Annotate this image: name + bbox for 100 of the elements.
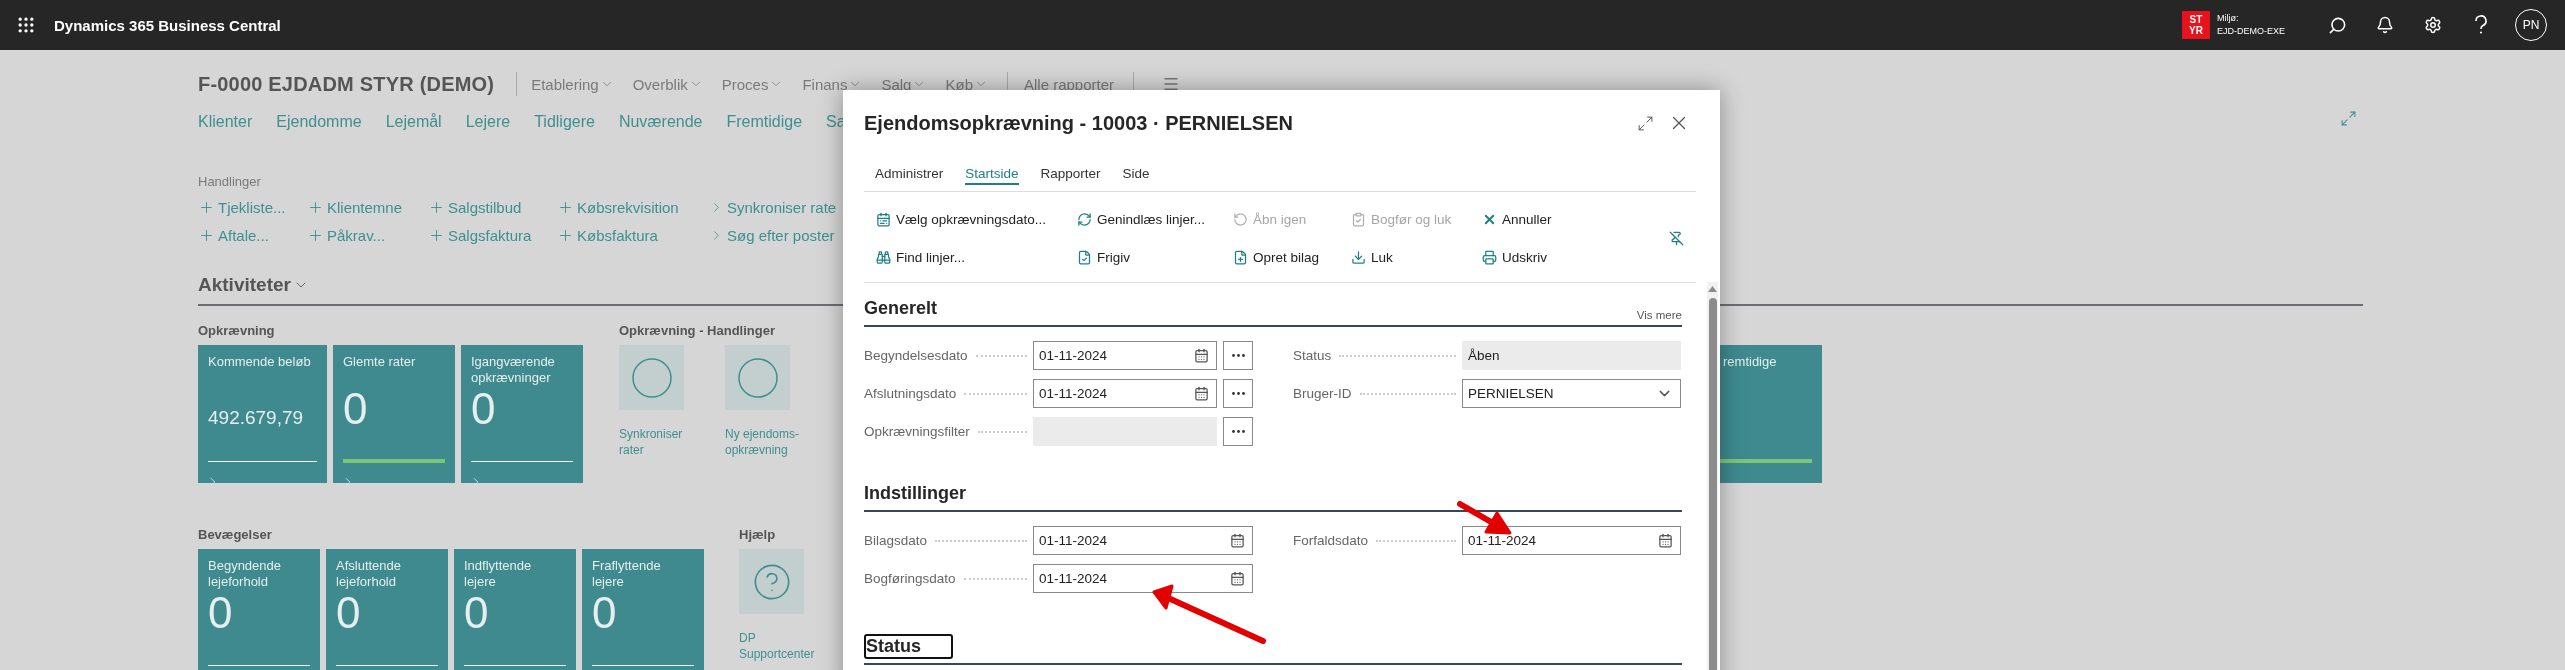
- action-tile[interactable]: [725, 345, 790, 410]
- tab[interactable]: Rapporter: [1040, 162, 1101, 185]
- calendar-icon[interactable]: [1658, 533, 1673, 548]
- action-button[interactable]: Find linjer...: [876, 238, 1077, 276]
- scrollbar[interactable]: [1707, 282, 1718, 670]
- group-title: Opkrævning: [198, 322, 276, 339]
- input-field[interactable]: 01-11-2024: [1033, 379, 1217, 408]
- input-field[interactable]: 01-11-2024: [1033, 564, 1253, 593]
- section-heading[interactable]: Status: [864, 634, 953, 659]
- scroll-up-icon[interactable]: [1708, 286, 1717, 292]
- lookup-button[interactable]: [1223, 379, 1253, 408]
- help-icon[interactable]: [2474, 15, 2488, 35]
- printer-icon: [1482, 249, 1497, 265]
- calendar-icon[interactable]: [1230, 571, 1245, 586]
- action-tile-label[interactable]: DP Supportcenter: [739, 630, 819, 662]
- cue-tile[interactable]: remtidige: [1720, 345, 1822, 483]
- app-title: Dynamics 365 Business Central: [54, 16, 281, 34]
- action-link[interactable]: Aftale...: [198, 221, 307, 249]
- lookup-button[interactable]: [1223, 417, 1253, 446]
- circle-icon: [737, 357, 778, 398]
- dialog-title: Ejendomsopkrævning - 10003 · PERNIELSEN: [864, 111, 1293, 135]
- action-button[interactable]: Annuller: [1482, 200, 1632, 238]
- section-heading[interactable]: Indstillinger: [862, 481, 968, 506]
- show-more-link[interactable]: Vis mere: [1636, 309, 1682, 321]
- action-link[interactable]: Købsrekvisition: [557, 193, 709, 221]
- calendar-icon[interactable]: [1194, 348, 1209, 363]
- tab[interactable]: Startside: [965, 162, 1019, 185]
- action-tile[interactable]: [739, 549, 804, 614]
- expand-icon[interactable]: [1637, 114, 1654, 132]
- tab[interactable]: Administrer: [875, 162, 944, 185]
- nav-link[interactable]: Tidligere: [534, 113, 595, 131]
- binoculars-icon: [876, 249, 891, 265]
- download-icon: [1351, 249, 1366, 265]
- action-tile-label[interactable]: Synkroniser rater: [619, 426, 699, 458]
- menu-item[interactable]: Finans: [802, 75, 863, 93]
- menu-item[interactable]: Køb: [945, 75, 988, 93]
- section-heading[interactable]: Generelt: [862, 296, 940, 321]
- cue-tile[interactable]: Glemte rater 0: [333, 345, 455, 483]
- action-button[interactable]: Vælg opkrævningsdato...: [876, 200, 1077, 238]
- cue-tile[interactable]: Indflyttende lejere 0: [454, 549, 576, 670]
- action-tile[interactable]: [619, 345, 684, 410]
- tab[interactable]: Side: [1122, 162, 1150, 185]
- nav-link[interactable]: Lejemål: [385, 113, 442, 131]
- action-link[interactable]: Salgsfaktura: [428, 221, 557, 249]
- section-label: Handlinger: [198, 174, 261, 189]
- refresh-icon: [1077, 211, 1092, 227]
- environment-badge: ST YR: [2182, 11, 2210, 39]
- input-field[interactable]: 01-11-2024: [1462, 526, 1681, 555]
- calendar-icon[interactable]: [1194, 386, 1209, 401]
- activities-heading[interactable]: Aktiviteter: [198, 274, 309, 296]
- search-icon[interactable]: [2327, 15, 2347, 35]
- cue-tile[interactable]: Igangværende opkrævninger 0: [461, 345, 583, 483]
- settings-icon[interactable]: [2424, 16, 2442, 34]
- nav-link[interactable]: Ejendomme: [276, 113, 362, 131]
- file-check-icon: [1077, 249, 1092, 265]
- action-link[interactable]: Tjekliste...: [198, 193, 307, 221]
- action-link[interactable]: Påkrav...: [307, 221, 428, 249]
- nav-link[interactable]: Lejere: [465, 113, 511, 131]
- nav-link[interactable]: Fremtidige: [726, 113, 803, 131]
- unpin-icon[interactable]: [1669, 230, 1684, 246]
- calendar-icon[interactable]: [1230, 533, 1245, 548]
- bell-icon[interactable]: [2376, 16, 2394, 34]
- action-link[interactable]: Klientemne: [307, 193, 428, 221]
- annotation-arrow: [1457, 501, 1512, 535]
- cue-tile[interactable]: Begyndende lejeforhold 0: [198, 549, 320, 670]
- app-launcher-icon[interactable]: [16, 15, 36, 35]
- action-button[interactable]: Frigiv: [1077, 238, 1233, 276]
- nav-link[interactable]: Nuværende: [618, 113, 703, 131]
- menu-item[interactable]: Proces: [721, 75, 784, 93]
- cue-tile[interactable]: Fraflyttende lejere 0: [582, 549, 704, 670]
- nav-link[interactable]: Klienter: [198, 113, 253, 131]
- action-link[interactable]: Salgstilbud: [428, 193, 557, 221]
- action-button[interactable]: Udskriv: [1482, 238, 1632, 276]
- action-link[interactable]: Købsfaktura: [557, 221, 709, 249]
- group-title: Opkrævning - Handlinger: [619, 322, 776, 339]
- dropdown-field[interactable]: PERNIELSEN: [1462, 379, 1681, 408]
- field-label: Afslutningsdato: [864, 386, 957, 401]
- menu-item[interactable]: Etablering: [531, 75, 614, 93]
- file-plus-icon: [1233, 249, 1248, 265]
- action-tile-label[interactable]: Ny ejendoms-opkrævning: [725, 426, 805, 458]
- input-field[interactable]: Åben: [1462, 341, 1681, 370]
- action-link[interactable]: Søg efter poster: [709, 221, 869, 249]
- field-label: Begyndelsesdato: [864, 348, 968, 363]
- menu-icon[interactable]: [1162, 75, 1181, 93]
- clipboard-icon: [1351, 211, 1366, 227]
- action-button[interactable]: Genindlæs linjer...: [1077, 200, 1233, 238]
- action-button[interactable]: Luk: [1351, 238, 1482, 276]
- menu-link[interactable]: Alle rapporter: [1024, 75, 1115, 93]
- menu-item[interactable]: Overblik: [632, 75, 703, 93]
- environment-name: EJD-DEMO-EXE: [2217, 25, 2285, 38]
- input-field[interactable]: 01-11-2024: [1033, 341, 1217, 370]
- environment-label: Miljø:: [2217, 12, 2240, 25]
- action-link[interactable]: Synkroniser rate: [709, 193, 869, 221]
- action-button[interactable]: Opret bilag: [1233, 238, 1351, 276]
- field-label: Opkrævningsfilter: [864, 424, 970, 439]
- input-field[interactable]: 01-11-2024: [1033, 526, 1253, 555]
- lookup-button[interactable]: [1223, 341, 1253, 370]
- cue-tile[interactable]: Kommende beløb 492.679,79: [198, 345, 327, 483]
- circle-icon: [631, 357, 672, 398]
- cue-tile[interactable]: Afsluttende lejeforhold 0: [326, 549, 448, 670]
